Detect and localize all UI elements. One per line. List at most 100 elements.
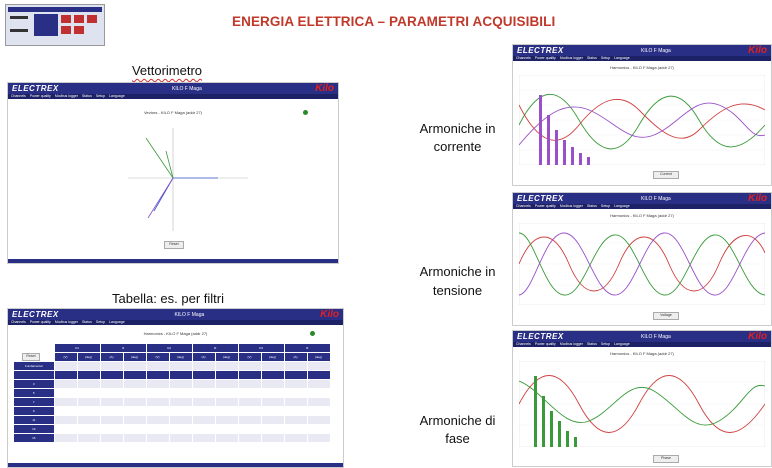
app-footer <box>8 463 343 467</box>
nav-setup[interactable]: Setup <box>601 342 610 347</box>
app-header: ELECTREX KILO F Maga Kilo <box>513 193 771 204</box>
nav-modbus-logger[interactable]: Modbus logger <box>560 56 583 61</box>
brand-logo: Kilo <box>315 83 334 94</box>
col-group-u2: U2 <box>145 343 193 353</box>
row-label: 3 <box>13 379 55 389</box>
nav-status[interactable]: Status <box>82 94 92 99</box>
unit-header: (deg) <box>76 352 101 362</box>
nav-setup[interactable]: Setup <box>96 94 105 99</box>
nav-channels[interactable]: Channels <box>516 342 531 347</box>
brand-logo: Kilo <box>748 193 767 204</box>
nav-power-quality[interactable]: Power quality <box>30 320 51 325</box>
col-group-i3: I3 <box>283 343 331 353</box>
status-led-icon <box>310 331 315 336</box>
brand-logo: Kilo <box>320 309 339 320</box>
app-header: ELECTREX KILO F Maga Kilo <box>513 331 771 342</box>
col-group-i2: I2 <box>191 343 239 353</box>
status-led-icon <box>303 110 308 115</box>
col-group-u3: U3 <box>237 343 285 353</box>
col-group-u1: U1 <box>53 343 101 353</box>
row-label: 13 <box>13 424 55 434</box>
page-title: ENERGIA ELETTRICA – PARAMETRI ACQUISIBIL… <box>232 14 556 29</box>
app-logo: ELECTREX <box>517 332 564 341</box>
app-nav: Channels Power quality Modbus logger Sta… <box>513 342 771 347</box>
app-nav: Channels Power quality Modbus logger Sta… <box>8 320 343 325</box>
app-logo: ELECTREX <box>517 194 564 203</box>
device-name: KILO F Maga <box>174 311 205 318</box>
harm-voltage-select[interactable]: Voltage <box>653 312 679 320</box>
app-logo: ELECTREX <box>12 84 59 93</box>
nav-channels[interactable]: Channels <box>11 320 26 325</box>
vector-reset-button[interactable]: Reset <box>164 241 184 249</box>
app-header: ELECTREX KILO F Maga Kilo <box>513 45 771 56</box>
nav-setup[interactable]: Setup <box>601 204 610 209</box>
unit-header: (deg) <box>168 352 193 362</box>
app-nav: Channels Power quality Modbus logger Sta… <box>513 56 771 61</box>
app-nav: Channels Power quality Modbus logger Sta… <box>8 94 338 99</box>
app-footer <box>8 259 338 263</box>
label-armoniche-tensione-1: Armoniche in <box>419 264 496 279</box>
unit-header: (A) <box>99 352 124 362</box>
harm-current-screenshot: ELECTREX KILO F Maga Kilo Channels Power… <box>512 44 772 186</box>
row-label: 5 <box>13 388 55 398</box>
nav-channels[interactable]: Channels <box>11 94 26 99</box>
app-header: ELECTREX KILO F Maga Kilo <box>8 83 338 94</box>
nav-power-quality[interactable]: Power quality <box>535 342 556 347</box>
unit-header: (deg) <box>260 352 285 362</box>
label-tabella: Tabella: es. per filtri <box>112 291 224 306</box>
nav-setup[interactable]: Setup <box>601 56 610 61</box>
nav-modbus-logger[interactable]: Modbus logger <box>560 342 583 347</box>
harm-phase-select[interactable]: Phase <box>653 455 679 463</box>
nav-language[interactable]: Language <box>614 204 630 209</box>
unit-header: (A) <box>191 352 216 362</box>
nav-language[interactable]: Language <box>614 342 630 347</box>
nav-language[interactable]: Language <box>614 56 630 61</box>
harm-heading: Harmonics - KILO F Maga (addr 27) <box>610 213 674 218</box>
nav-channels[interactable]: Channels <box>516 56 531 61</box>
label-armoniche-corrente-2: corrente <box>433 139 482 154</box>
nav-power-quality[interactable]: Power quality <box>535 204 556 209</box>
label-armoniche-corrente-1: Armoniche in <box>419 121 496 136</box>
nav-channels[interactable]: Channels <box>516 204 531 209</box>
label-armoniche-fase-1: Armoniche di <box>419 413 496 428</box>
row-label: 11 <box>13 415 55 425</box>
harm-phase-chart <box>519 361 765 447</box>
unit-header: (deg) <box>306 352 331 362</box>
row-label <box>13 370 55 380</box>
row-label: 9 <box>13 406 55 416</box>
nav-power-quality[interactable]: Power quality <box>535 56 556 61</box>
device-name: KILO F Maga <box>641 47 671 54</box>
nav-language[interactable]: Language <box>109 94 125 99</box>
app-nav: Channels Power quality Modbus logger Sta… <box>513 204 771 209</box>
unit-header: (deg) <box>214 352 239 362</box>
nav-power-quality[interactable]: Power quality <box>30 94 51 99</box>
label-vettorimetro: Vettorimetro <box>131 63 203 78</box>
device-name: KILO F Maga <box>172 85 202 92</box>
harm-current-select[interactable]: Current <box>653 171 679 179</box>
harmonics-table: U1 I1 U2 I2 U3 I3 (V) (deg) (A) (deg) (V… <box>13 343 331 443</box>
harm-current-chart <box>519 75 765 165</box>
nav-language[interactable]: Language <box>109 320 125 325</box>
nav-modbus-logger[interactable]: Modbus logger <box>55 320 78 325</box>
harm-voltage-chart <box>519 223 765 305</box>
brand-logo: Kilo <box>748 331 767 342</box>
nav-status[interactable]: Status <box>587 342 597 347</box>
nav-status[interactable]: Status <box>587 56 597 61</box>
device-thumbnail <box>5 4 105 46</box>
brand-logo: Kilo <box>748 45 767 56</box>
device-name: KILO F Maga <box>641 195 671 202</box>
table-screenshot: ELECTREX KILO F Maga Kilo Channels Power… <box>7 308 344 468</box>
row-label: 7 <box>13 397 55 407</box>
vector-diagram <box>128 128 248 231</box>
harm-phase-screenshot: ELECTREX KILO F Maga Kilo Channels Power… <box>512 330 772 467</box>
app-logo: ELECTREX <box>12 310 59 319</box>
nav-status[interactable]: Status <box>587 204 597 209</box>
harm-heading: Harmonics - KILO F Maga (addr 27) <box>610 351 674 356</box>
nav-modbus-logger[interactable]: Modbus logger <box>55 94 78 99</box>
nav-setup[interactable]: Setup <box>96 320 105 325</box>
nav-modbus-logger[interactable]: Modbus logger <box>560 204 583 209</box>
nav-status[interactable]: Status <box>82 320 92 325</box>
vector-heading: Vectors - KILO F Maga (addr 27) <box>143 110 203 115</box>
app-logo: ELECTREX <box>517 46 564 55</box>
unit-header: (A) <box>283 352 308 362</box>
